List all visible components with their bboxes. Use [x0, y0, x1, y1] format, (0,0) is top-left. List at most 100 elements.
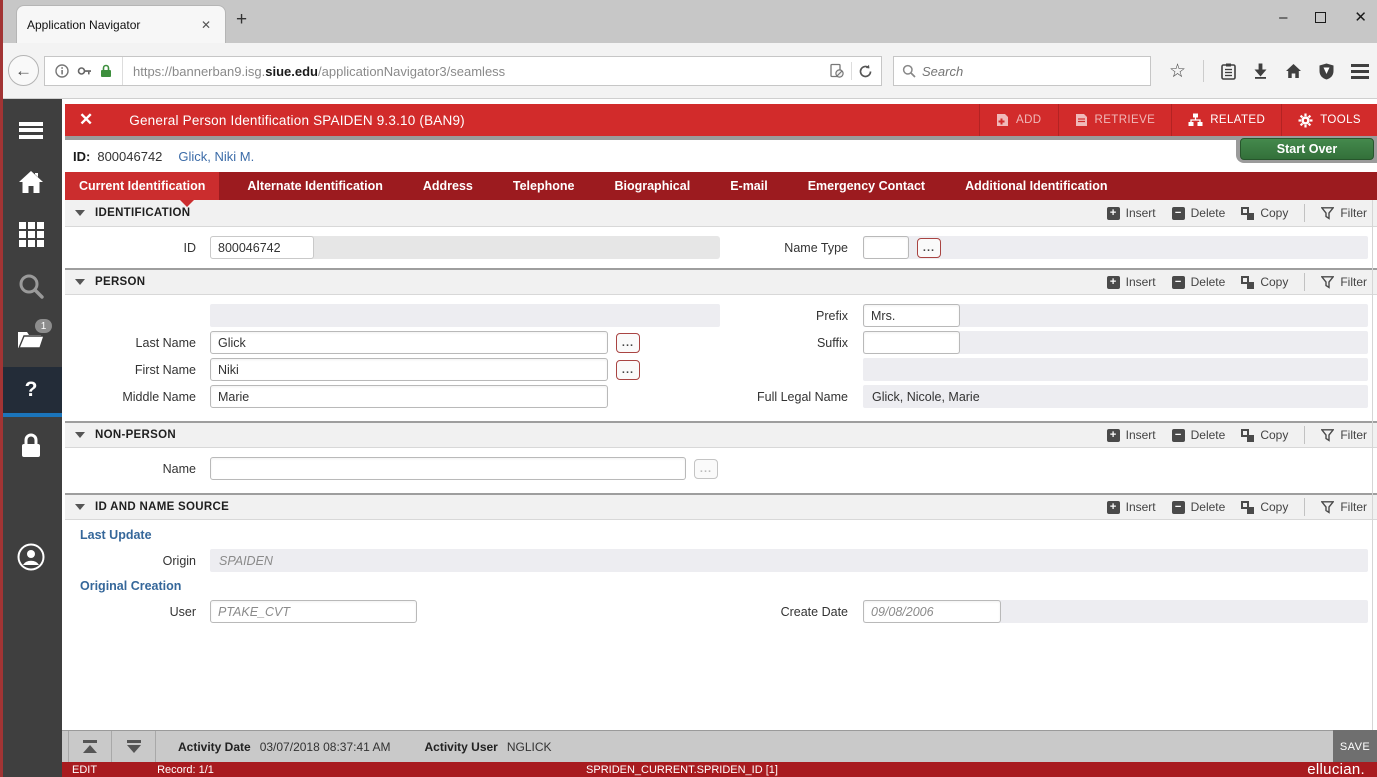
home-icon[interactable] — [1285, 63, 1302, 79]
sidebar-item-recently-opened[interactable]: 1 — [0, 315, 62, 361]
create-date-input[interactable] — [863, 600, 1001, 623]
retrieve-button[interactable]: RETRIEVE — [1057, 104, 1172, 136]
insert-button[interactable]: + Insert — [1106, 275, 1156, 289]
insert-button[interactable]: + Insert — [1106, 428, 1156, 442]
reader-mode-icon[interactable] — [829, 63, 845, 79]
first-name-lookup-button[interactable]: ... — [616, 359, 640, 380]
copy-button[interactable]: Copy — [1241, 428, 1288, 442]
filter-button[interactable]: Filter — [1321, 275, 1367, 289]
add-button[interactable]: ADD — [979, 104, 1057, 136]
sidebar-menu-toggle[interactable] — [0, 107, 62, 153]
scroll-to-bottom-button[interactable] — [112, 730, 156, 763]
name-type-input[interactable] — [863, 236, 909, 259]
key-icon[interactable] — [77, 64, 92, 78]
insert-button[interactable]: + Insert — [1106, 500, 1156, 514]
tab-address[interactable]: Address — [409, 172, 487, 200]
non-person-name-lookup-button[interactable]: ... — [694, 458, 718, 479]
sidebar-item-home[interactable] — [0, 159, 62, 205]
collapse-caret-icon[interactable] — [75, 210, 85, 216]
copy-button[interactable]: Copy — [1241, 500, 1288, 514]
browser-search[interactable] — [893, 56, 1151, 86]
scroll-to-top-button[interactable] — [68, 730, 112, 763]
non-person-name-input[interactable] — [210, 457, 686, 480]
scroll-bottom-icon — [126, 744, 141, 753]
empty-track — [863, 358, 1368, 381]
back-button[interactable]: ← — [8, 55, 39, 86]
collapse-caret-icon[interactable] — [75, 504, 85, 510]
tab-additional-identification[interactable]: Additional Identification — [951, 172, 1121, 200]
delete-icon: − — [1171, 500, 1185, 514]
related-sitemap-icon — [1188, 113, 1203, 126]
form-header: ✕ General Person Identification SPAIDEN … — [65, 104, 1377, 136]
window-maximize-button[interactable] — [1315, 11, 1327, 23]
middle-name-input[interactable] — [210, 385, 608, 408]
sidebar-item-profile[interactable] — [0, 534, 62, 580]
filter-button[interactable]: Filter — [1321, 500, 1367, 514]
last-name-input[interactable] — [210, 331, 608, 354]
delete-button[interactable]: − Delete — [1171, 428, 1225, 442]
collapse-caret-icon[interactable] — [75, 432, 85, 438]
last-name-lookup-button[interactable]: ... — [616, 332, 640, 353]
copy-button[interactable]: Copy — [1241, 206, 1288, 220]
bookmark-star-icon[interactable]: ☆ — [1169, 60, 1186, 83]
search-icon — [902, 64, 916, 78]
create-date-label: Create Date — [780, 604, 848, 619]
search-icon — [19, 274, 44, 299]
user-input[interactable] — [210, 600, 417, 623]
window-close-button[interactable]: ✕ — [1354, 8, 1367, 26]
url-bar[interactable]: https://bannerban9.isg.siue.edu/applicat… — [44, 56, 882, 86]
tab-telephone[interactable]: Telephone — [499, 172, 589, 200]
id-input[interactable] — [210, 236, 314, 259]
browser-tab[interactable]: Application Navigator ✕ — [16, 5, 226, 43]
tools-gear-icon — [1298, 113, 1313, 127]
related-button[interactable]: RELATED — [1171, 104, 1281, 136]
tab-biographical[interactable]: Biographical — [600, 172, 704, 200]
help-icon: ? — [24, 378, 38, 401]
site-info-icon[interactable] — [55, 64, 69, 78]
scroll-top-icon — [83, 744, 97, 753]
collapse-caret-icon[interactable] — [75, 279, 85, 285]
downloads-icon[interactable] — [1253, 63, 1268, 79]
save-button[interactable]: SAVE — [1333, 730, 1377, 763]
copy-button[interactable]: Copy — [1241, 275, 1288, 289]
key-person-name: Glick, Niki M. — [178, 148, 255, 164]
filter-button[interactable]: Filter — [1321, 206, 1367, 220]
tab-email[interactable]: E-mail — [716, 172, 782, 200]
tab-emergency-contact[interactable]: Emergency Contact — [794, 172, 939, 200]
start-over-notch: Start Over — [1236, 136, 1377, 163]
first-name-input[interactable] — [210, 358, 608, 381]
start-over-button[interactable]: Start Over — [1240, 138, 1374, 160]
insert-button[interactable]: + Insert — [1106, 206, 1156, 220]
https-lock-icon[interactable] — [100, 64, 112, 78]
create-date-track — [863, 600, 1368, 623]
delete-button[interactable]: − Delete — [1171, 500, 1225, 514]
tab-close-icon[interactable]: ✕ — [197, 16, 215, 34]
browser-menu-icon[interactable] — [1351, 61, 1369, 82]
name-type-lookup-button[interactable]: ... — [917, 237, 941, 258]
shield-blocker-icon[interactable] — [1319, 63, 1334, 80]
tab-current-identification[interactable]: Current Identification — [65, 172, 220, 200]
search-input[interactable] — [922, 63, 1142, 79]
filter-icon — [1321, 206, 1335, 220]
window-minimize-button[interactable]: – — [1279, 9, 1287, 26]
new-tab-button[interactable]: + — [236, 10, 247, 29]
suffix-input[interactable] — [863, 331, 960, 354]
section-header-person: PERSON + Insert − Delete Copy Filter — [65, 268, 1377, 295]
sidebar-item-applications[interactable] — [0, 211, 62, 257]
key-id-label: ID: — [73, 148, 91, 164]
form-close-icon[interactable]: ✕ — [65, 110, 107, 130]
sidebar-item-search[interactable] — [0, 263, 62, 309]
reload-icon[interactable] — [858, 64, 873, 79]
sidebar-item-sign-out[interactable] — [0, 423, 62, 469]
form-title: General Person Identification SPAIDEN 9.… — [129, 112, 465, 128]
insert-icon: + — [1106, 428, 1120, 442]
filter-button[interactable]: Filter — [1321, 428, 1367, 442]
delete-button[interactable]: − Delete — [1171, 275, 1225, 289]
copy-icon — [1241, 206, 1255, 220]
tab-alternate-identification[interactable]: Alternate Identification — [233, 172, 396, 200]
sidebar-item-help[interactable]: ? — [0, 367, 62, 417]
tools-button[interactable]: TOOLS — [1281, 104, 1377, 136]
prefix-input[interactable] — [863, 304, 960, 327]
delete-button[interactable]: − Delete — [1171, 206, 1225, 220]
pocket-list-icon[interactable] — [1221, 63, 1236, 80]
